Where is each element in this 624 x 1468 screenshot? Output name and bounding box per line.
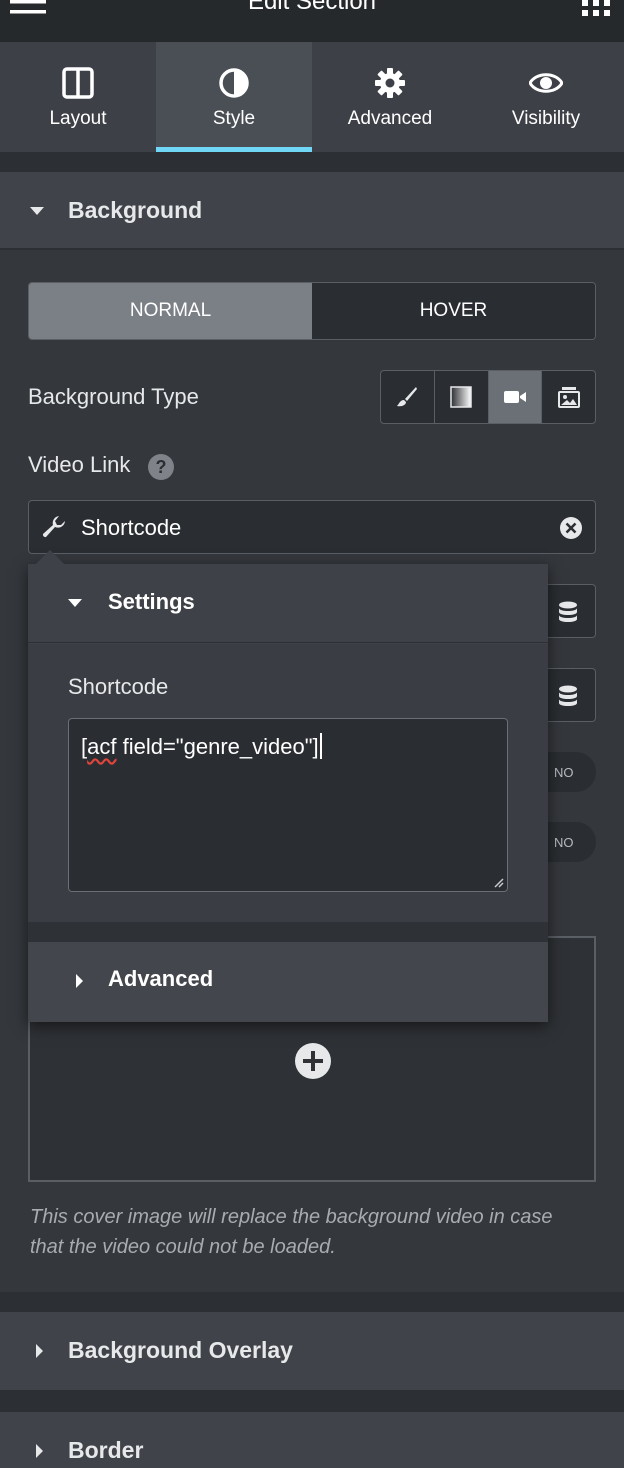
dynamic-tag-value: Shortcode — [81, 515, 182, 540]
gradient-icon — [450, 386, 472, 408]
play-once-toggle[interactable]: NO — [540, 752, 596, 792]
bg-type-slideshow[interactable] — [542, 371, 595, 423]
play-on-mobile-toggle[interactable]: NO — [540, 822, 596, 862]
clear-icon[interactable] — [559, 516, 583, 540]
brush-icon — [397, 387, 418, 407]
tab-advanced[interactable]: Advanced — [312, 42, 468, 152]
panel-tabs: Layout Style Advanced Visibility — [0, 42, 624, 152]
video-link-label: Video Link — [28, 452, 131, 477]
database-icon — [559, 685, 577, 706]
tab-label: Style — [212, 108, 256, 129]
toggle-label: NO — [554, 765, 574, 780]
bg-type-classic[interactable] — [381, 371, 435, 423]
caret-down-icon — [30, 207, 44, 215]
popup-section-title: Advanced — [108, 966, 214, 991]
section-background-header[interactable]: Background — [0, 172, 624, 250]
tab-style[interactable]: Style — [156, 42, 312, 152]
tab-normal[interactable]: NORMAL — [29, 283, 312, 339]
shortcode-value: [acf field="genre_video"] — [81, 733, 322, 760]
top-bar: Edit Section — [0, 0, 624, 42]
caret-down-icon — [68, 599, 82, 607]
caret-right-icon — [36, 1444, 43, 1458]
resize-handle-icon[interactable] — [492, 876, 504, 888]
background-type-label: Background Type — [28, 384, 199, 409]
caret-right-icon — [76, 974, 83, 988]
section-border-header[interactable]: Border — [0, 1412, 624, 1468]
cover-image-note: This cover image will replace the backgr… — [30, 1206, 553, 1258]
layout-icon — [62, 67, 94, 99]
section-title: Background — [68, 197, 203, 223]
bg-type-gradient[interactable] — [435, 371, 489, 423]
dynamic-tag-settings-popup: Settings Shortcode [acf field="genre_vid… — [28, 549, 548, 1022]
popup-settings-body: Shortcode [acf field="genre_video"] — [28, 644, 548, 922]
divider — [0, 1292, 624, 1312]
caret-right-icon — [36, 1344, 43, 1358]
video-link-field[interactable]: Shortcode — [28, 500, 596, 554]
add-image-icon[interactable] — [294, 1042, 332, 1080]
wrench-icon[interactable] — [41, 515, 67, 541]
toggle-label: NO — [554, 835, 574, 850]
eye-icon — [529, 73, 563, 93]
section-title: Border — [68, 1437, 144, 1463]
state-switcher: NORMAL HOVER — [28, 282, 596, 340]
database-icon — [559, 601, 577, 622]
tab-label: Layout — [49, 108, 107, 129]
popup-section-title: Settings — [108, 589, 195, 614]
section-background-overlay-header[interactable]: Background Overlay — [0, 1312, 624, 1390]
help-icon[interactable]: ? — [148, 454, 174, 480]
gear-icon — [375, 68, 405, 98]
text-cursor — [319, 733, 322, 759]
tab-label: Visibility — [511, 108, 581, 129]
shortcode-label: Shortcode — [68, 674, 169, 699]
background-type-choices — [380, 370, 596, 424]
panel-title: Edit Section — [247, 0, 377, 15]
divider — [0, 1390, 624, 1412]
popup-settings-header[interactable]: Settings — [28, 564, 548, 642]
tab-visibility[interactable]: Visibility — [468, 42, 624, 152]
divider — [28, 922, 548, 942]
divider — [0, 152, 624, 172]
spellcheck-word: acf — [87, 734, 117, 759]
slideshow-icon — [557, 387, 580, 408]
tab-label: Advanced — [347, 108, 433, 129]
tab-layout[interactable]: Layout — [0, 42, 156, 152]
apps-grid-icon[interactable] — [582, 0, 610, 16]
shortcode-textarea[interactable]: [acf field="genre_video"] — [68, 718, 508, 892]
video-icon — [503, 391, 526, 403]
dynamic-tags-button-end[interactable] — [540, 668, 596, 722]
contrast-icon — [219, 68, 249, 98]
popup-advanced-header[interactable]: Advanced — [28, 942, 548, 1022]
tab-hover[interactable]: HOVER — [312, 283, 595, 339]
section-title: Background Overlay — [68, 1337, 293, 1363]
dynamic-tags-button-start[interactable] — [540, 584, 596, 638]
divider — [28, 642, 548, 643]
bg-type-video[interactable] — [488, 371, 543, 423]
